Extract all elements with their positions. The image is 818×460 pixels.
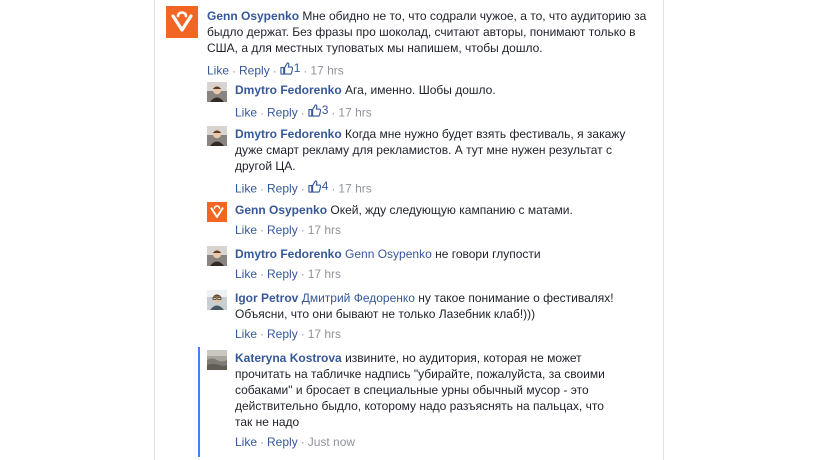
like-count[interactable]: 1 [280, 60, 300, 76]
comment-author[interactable]: Dmytro Fedorenko [235, 83, 342, 97]
user-photo-icon [207, 82, 227, 102]
like-link[interactable]: Like [235, 182, 257, 196]
comment-body: Dmytro Fedorenko Ага, именно. Шобы дошло… [235, 82, 645, 98]
comment-author[interactable]: Kateryna Kostrova [235, 351, 342, 365]
reply-link[interactable]: Reply [267, 327, 298, 341]
user-photo-icon [207, 290, 227, 310]
column-divider-left [154, 0, 155, 460]
reply-link[interactable]: Reply [267, 223, 298, 237]
comment-author[interactable]: Genn Osypenko [235, 203, 327, 217]
thumbs-up-icon [308, 103, 321, 117]
reply-link[interactable]: Reply [267, 267, 298, 281]
like-count[interactable]: 3 [308, 102, 328, 118]
like-link[interactable]: Like [207, 64, 229, 78]
comment-body: Genn Osypenko Окей, жду следующую кампан… [235, 202, 645, 218]
user-photo-icon [207, 246, 227, 266]
comment-actions: Like · Reply · 17 hrs [235, 223, 342, 237]
comment-text: Ага, именно. Шобы дошло. [345, 83, 496, 97]
comment-actions: Like · Reply · 1 · 17 hrs [207, 60, 344, 78]
comment-timestamp[interactable]: 17 hrs [308, 327, 341, 341]
comment-timestamp[interactable]: 17 hrs [308, 223, 341, 237]
comment-item: Kateryna Kostrova извините, но аудитория… [207, 350, 647, 452]
comment-author[interactable]: Dmytro Fedorenko [235, 247, 342, 261]
reply-link[interactable]: Reply [267, 182, 298, 196]
comment-body: Igor Petrov Дмитрий Федоренко ну такое п… [235, 290, 647, 322]
reply-link[interactable]: Reply [267, 435, 298, 449]
comment-text: не говори глупости [435, 247, 541, 261]
comment-item: Genn Osypenko Окей, жду следующую кампан… [207, 202, 647, 238]
comment-body: Dmytro Fedorenko Genn Osypenko не говори… [235, 246, 645, 262]
comment-body: Genn Osypenko Мне обидно не то, что содр… [207, 8, 647, 56]
like-link[interactable]: Like [235, 106, 257, 120]
brand-logo-icon [166, 6, 198, 38]
comment-author[interactable]: Dmytro Fedorenko [235, 127, 342, 141]
like-link[interactable]: Like [235, 223, 257, 237]
reply-link[interactable]: Reply [267, 106, 298, 120]
comment-mention[interactable]: Дмитрий Федоренко [302, 291, 415, 305]
comment-timestamp[interactable]: 17 hrs [308, 267, 341, 281]
avatar[interactable] [207, 202, 227, 222]
avatar[interactable] [207, 126, 227, 146]
thumbs-up-icon [280, 61, 293, 75]
brand-logo-icon [207, 202, 227, 222]
column-divider-right [663, 0, 664, 460]
comment-actions: Like · Reply · Just now [235, 435, 356, 449]
comment-timestamp[interactable]: Just now [308, 435, 355, 449]
avatar[interactable] [166, 6, 198, 38]
comment-item: Dmytro Fedorenko Ага, именно. Шобы дошло… [207, 82, 647, 120]
comment-body: Kateryna Kostrova извините, но аудитория… [235, 350, 613, 430]
comment-actions: Like · Reply · 17 hrs [235, 267, 342, 281]
comment-actions: Like · Reply · 4 · 17 hrs [235, 178, 372, 196]
like-link[interactable]: Like [235, 435, 257, 449]
user-photo-icon [207, 350, 227, 370]
comment-timestamp[interactable]: 17 hrs [338, 182, 371, 196]
comment-timestamp[interactable]: 17 hrs [310, 64, 343, 78]
comment-timestamp[interactable]: 17 hrs [338, 106, 371, 120]
thumbs-up-icon [308, 179, 321, 193]
reply-link[interactable]: Reply [239, 64, 270, 78]
like-link[interactable]: Like [235, 267, 257, 281]
comment-author[interactable]: Igor Petrov [235, 291, 298, 305]
like-link[interactable]: Like [235, 327, 257, 341]
comment-mention[interactable]: Genn Osypenko [345, 247, 432, 261]
avatar[interactable] [207, 246, 227, 266]
comment-item: Genn Osypenko Мне обидно не то, что содр… [166, 6, 646, 78]
comment-actions: Like · Reply · 17 hrs [235, 327, 342, 341]
comment-text: Окей, жду следующую кампанию с матами. [330, 203, 573, 217]
like-count[interactable]: 4 [308, 178, 328, 194]
comment-item: Dmytro Fedorenko Genn Osypenko не говори… [207, 246, 647, 282]
comment-actions: Like · Reply · 3 · 17 hrs [235, 102, 372, 120]
new-reply-highlight [198, 347, 200, 457]
avatar[interactable] [207, 290, 227, 310]
user-photo-icon [207, 126, 227, 146]
comment-item: Dmytro Fedorenko Когда мне нужно будет в… [207, 126, 647, 196]
comment-body: Dmytro Fedorenko Когда мне нужно будет в… [235, 126, 630, 174]
avatar[interactable] [207, 82, 227, 102]
comment-item: Igor Petrov Дмитрий Федоренко ну такое п… [207, 290, 647, 342]
comment-author[interactable]: Genn Osypenko [207, 9, 299, 23]
avatar[interactable] [207, 350, 227, 370]
